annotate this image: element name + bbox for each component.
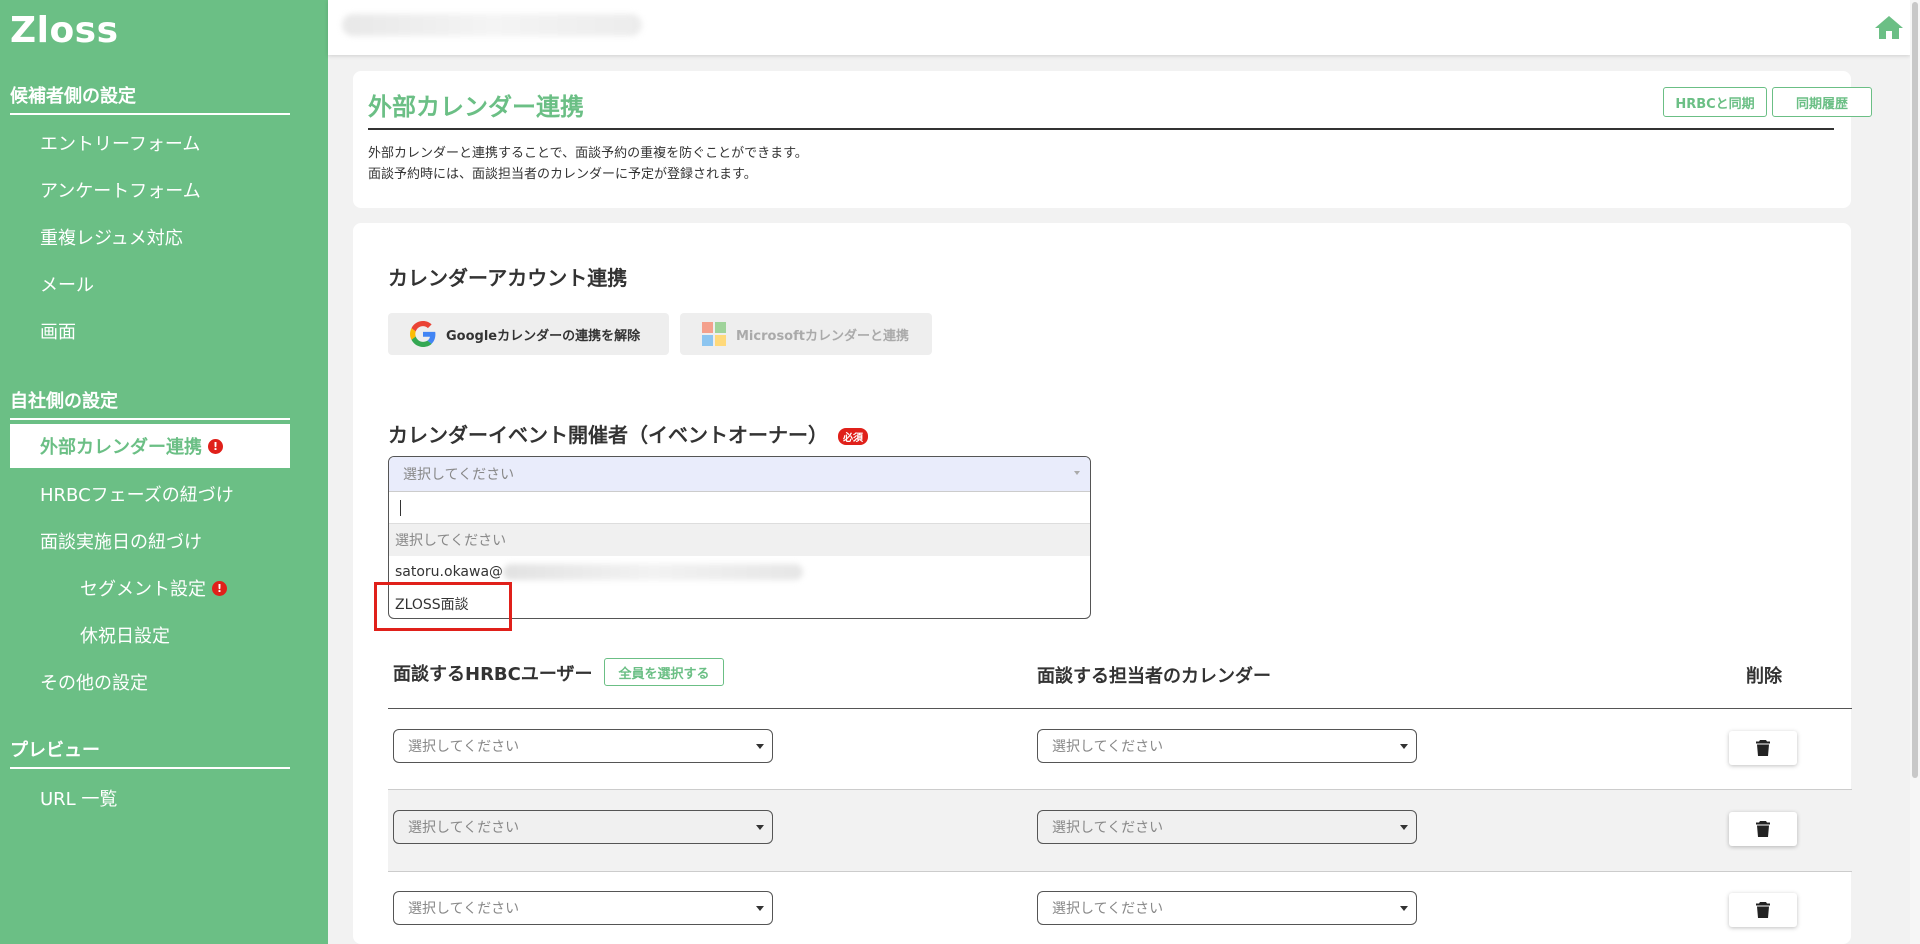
description-line1: 外部カレンダーと連携することで、面談予約の重複を防ぐことができます。 xyxy=(368,146,808,161)
col-header-hrbc-user: 面談するHRBCユーザー xyxy=(393,664,593,685)
delete-row-button[interactable] xyxy=(1729,731,1797,765)
hrbc-user-select[interactable]: 選択してください xyxy=(393,891,773,925)
delete-row-button[interactable] xyxy=(1729,893,1797,927)
header-card: 外部カレンダー連携 HRBCと同期 同期履歴 外部カレンダーと連携することで、面… xyxy=(353,71,1872,208)
organizer-search-input[interactable] xyxy=(389,492,1090,524)
chevron-down-icon xyxy=(1400,744,1408,749)
sidebar-item-interview-date[interactable]: 面談実施日の紐づけ xyxy=(10,519,290,563)
calendar-select[interactable]: 選択してください xyxy=(1037,810,1417,844)
description-line2: 面談予約時には、面談担当者のカレンダーに予定が登録されます。 xyxy=(368,167,757,182)
chevron-down-icon xyxy=(756,744,764,749)
sidebar-item-url-list[interactable]: URL 一覧 xyxy=(10,776,290,820)
text-cursor xyxy=(400,500,401,516)
alert-icon: ! xyxy=(208,438,223,454)
topbar xyxy=(328,0,1910,55)
sidebar-item-hrbc-phase[interactable]: HRBCフェーズの紐づけ xyxy=(10,472,290,516)
sidebar-item-entry-form[interactable]: エントリーフォーム xyxy=(10,121,290,165)
microsoft-link-button[interactable]: Microsoftカレンダーと連携 xyxy=(680,313,932,355)
table-header-divider xyxy=(388,708,1852,709)
google-icon xyxy=(410,321,436,347)
chevron-down-icon xyxy=(1400,825,1408,830)
sidebar-item-mail[interactable]: メール xyxy=(10,262,290,306)
section-title-preview: プレビュー xyxy=(10,736,290,769)
required-badge: 必須 xyxy=(838,428,868,445)
option-placeholder[interactable]: 選択してください xyxy=(389,524,1090,556)
sidebar-item-duplicate-resume[interactable]: 重複レジュメ対応 xyxy=(10,215,290,259)
chevron-down-icon xyxy=(756,825,764,830)
sidebar-item-screen[interactable]: 画面 xyxy=(10,309,290,353)
scrollbar-thumb[interactable] xyxy=(1912,2,1918,778)
row-divider xyxy=(388,871,1852,872)
col-header-calendar: 面談する担当者のカレンダー xyxy=(1037,666,1271,687)
app-logo: Zloss xyxy=(10,10,119,51)
google-unlink-button[interactable]: Googleカレンダーの連携を解除 xyxy=(388,313,669,355)
section-title-candidate: 候補者側の設定 xyxy=(10,82,290,115)
organizer-select[interactable]: 選択してください xyxy=(389,457,1090,492)
microsoft-icon xyxy=(702,322,726,346)
calendar-select[interactable]: 選択してください xyxy=(1037,729,1417,763)
hrbc-user-select[interactable]: 選択してください xyxy=(393,810,773,844)
home-icon[interactable] xyxy=(1874,14,1904,40)
highlight-box xyxy=(374,582,512,631)
sidebar: Zloss 候補者側の設定 エントリーフォーム アンケートフォーム 重複レジュメ… xyxy=(0,0,328,944)
trash-icon xyxy=(1756,740,1770,756)
caret-icon xyxy=(1074,471,1080,475)
hrbc-user-select[interactable]: 選択してください xyxy=(393,729,773,763)
sidebar-item-segment[interactable]: セグメント設定! xyxy=(10,566,290,610)
sidebar-item-holiday[interactable]: 休祝日設定 xyxy=(10,613,290,657)
sync-hrbc-button[interactable]: HRBCと同期 xyxy=(1663,87,1767,117)
page-title: 外部カレンダー連携 xyxy=(368,93,584,121)
section-title-company: 自社側の設定 xyxy=(10,387,290,420)
scrollbar[interactable] xyxy=(1910,0,1920,944)
alert-icon: ! xyxy=(212,580,227,596)
chevron-down-icon xyxy=(1400,906,1408,911)
chevron-down-icon xyxy=(756,906,764,911)
col-header-delete: 削除 xyxy=(1746,666,1782,687)
calendar-select[interactable]: 選択してください xyxy=(1037,891,1417,925)
title-divider xyxy=(368,128,1834,130)
sidebar-item-other-settings[interactable]: その他の設定 xyxy=(10,660,290,704)
select-all-button[interactable]: 全員を選択する xyxy=(604,658,724,686)
trash-icon xyxy=(1756,902,1770,918)
sidebar-item-survey-form[interactable]: アンケートフォーム xyxy=(10,168,290,212)
sync-history-button[interactable]: 同期履歴 xyxy=(1772,87,1872,117)
event-organizer-label: カレンダーイベント開催者（イベントオーナー） 必須 xyxy=(388,419,868,448)
delete-row-button[interactable] xyxy=(1729,812,1797,846)
sidebar-item-external-calendar[interactable]: 外部カレンダー連携! xyxy=(10,424,290,468)
blurred-title xyxy=(342,14,642,36)
blurred-email xyxy=(503,564,804,580)
calendar-account-title: カレンダーアカウント連携 xyxy=(388,266,628,290)
trash-icon xyxy=(1756,821,1770,837)
